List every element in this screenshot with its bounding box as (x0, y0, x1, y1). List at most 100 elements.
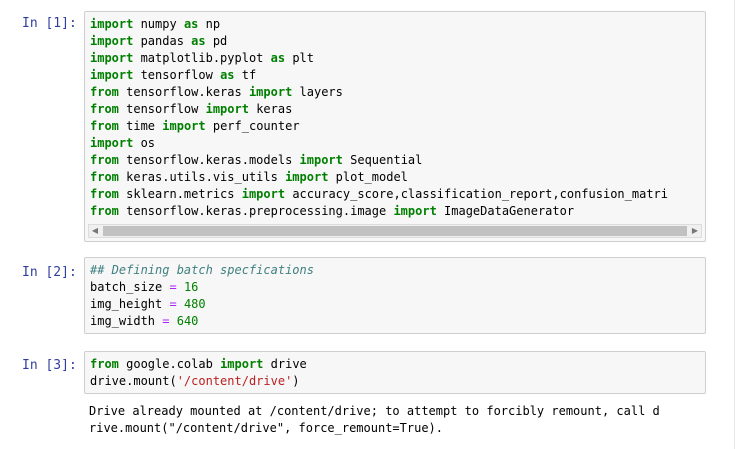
code-token: tensorflow.keras.preprocessing.image (118, 204, 394, 218)
code-token: import (162, 119, 206, 133)
code-token: '/content/drive' (176, 374, 293, 388)
code-token: = (169, 280, 177, 294)
code-token: from (90, 204, 119, 218)
code-token: batch_size (90, 280, 170, 294)
code-token: import (90, 17, 134, 31)
code-token: import (90, 51, 134, 65)
code-token: tensorflow.keras (118, 85, 249, 99)
code-token: accuracy_score,classification_report,con… (285, 187, 668, 201)
code-token: import (241, 187, 286, 201)
code-token: 640 (176, 314, 199, 328)
code-token: layers (292, 85, 343, 99)
code-token: img_height (90, 297, 170, 311)
code-line: from google.colab import drive (90, 356, 700, 373)
code-line: from tensorflow.keras.preprocessing.imag… (90, 203, 700, 220)
code-token: as (183, 17, 199, 31)
code-token: ## Defining batch specfications (90, 263, 314, 277)
cell-prompt: In [1]: (22, 16, 77, 31)
code-token: numpy (133, 17, 184, 31)
code-line: from tensorflow import keras (90, 101, 700, 118)
code-token: tf (234, 68, 257, 82)
code-line: import os (90, 135, 700, 152)
code-token: drive.mount( (90, 374, 177, 388)
code-token: ImageDataGenerator (436, 204, 575, 218)
code-token: import (248, 85, 293, 99)
code-editor[interactable]: from google.colab import drive drive.moun… (85, 352, 705, 393)
code-line: from time import perf_counter (90, 118, 700, 135)
code-token: tensorflow (133, 68, 221, 82)
code-token: google.colab (118, 357, 221, 371)
code-token: pd (205, 34, 228, 48)
code-line: ## Defining batch specfications (90, 262, 700, 279)
code-line: from sklearn.metrics import accuracy_sco… (90, 186, 700, 203)
code-token: ) (292, 374, 300, 388)
output-line: rive.mount("/content/drive", force_remou… (89, 421, 444, 435)
notebook: In [1]: import numpy as np import pandas … (0, 0, 748, 449)
code-token: import (205, 102, 249, 116)
code-token: from (90, 85, 119, 99)
code-token: from (90, 153, 119, 167)
cell-output: Drive already mounted at /content/drive;… (89, 403, 706, 437)
code-token: 16 (183, 280, 199, 294)
horizontal-scrollbar[interactable]: ◀ ▶ (88, 224, 702, 238)
code-token: import (90, 68, 134, 82)
code-token: import (90, 136, 134, 150)
code-editor[interactable]: ## Defining batch specfications batch_siz… (85, 258, 705, 333)
code-token: = (169, 297, 177, 311)
code-token: drive (263, 357, 307, 371)
code-line: import numpy as np (90, 16, 700, 33)
scroll-right-icon[interactable]: ▶ (689, 225, 701, 237)
output-line: Drive already mounted at /content/drive;… (89, 404, 660, 418)
code-token: from (90, 119, 119, 133)
code-token: 480 (183, 297, 206, 311)
code-line: batch_size = 16 (90, 279, 700, 296)
cell-prompt: In [3]: (22, 358, 77, 373)
code-token: import (220, 357, 264, 371)
code-line: import matplotlib.pyplot as plt (90, 50, 700, 67)
code-line: from tensorflow.keras.models import Sequ… (90, 152, 700, 169)
code-token: perf_counter (205, 119, 300, 133)
code-token: import (285, 170, 329, 184)
code-token: matplotlib.pyplot (133, 51, 271, 65)
cell-prompt: In [2]: (22, 265, 77, 280)
code-token: import (299, 153, 343, 167)
code-token: from (90, 357, 119, 371)
code-input-area[interactable]: from google.colab import drive drive.moun… (84, 351, 706, 394)
scroll-left-icon[interactable]: ◀ (89, 225, 101, 237)
code-token: keras.utils.vis_utils (118, 170, 286, 184)
code-token: as (220, 68, 235, 82)
code-line: drive.mount('/content/drive') (90, 373, 700, 390)
code-input-area[interactable]: ## Defining batch specfications batch_siz… (84, 257, 706, 334)
code-input-area[interactable]: import numpy as np import pandas as pd imp… (84, 11, 706, 242)
code-line: img_height = 480 (90, 296, 700, 313)
code-token: np (198, 17, 221, 31)
code-editor[interactable]: import numpy as np import pandas as pd imp… (85, 12, 705, 223)
code-token: tensorflow.keras.models (118, 153, 300, 167)
code-token: sklearn.metrics (118, 187, 242, 201)
code-token: as (191, 34, 206, 48)
code-line: import pandas as pd (90, 33, 700, 50)
code-line: from keras.utils.vis_utils import plot_m… (90, 169, 700, 186)
code-token: import (90, 34, 134, 48)
code-token: from (90, 102, 119, 116)
code-line: import tensorflow as tf (90, 67, 700, 84)
code-token: keras (248, 102, 293, 116)
code-token: from (90, 187, 119, 201)
code-token: time (118, 119, 163, 133)
code-token: import (393, 204, 437, 218)
vertical-scrollbar[interactable] (734, 0, 748, 449)
code-token: img_width (90, 314, 163, 328)
scrollbar-thumb[interactable] (103, 226, 687, 236)
code-token: tensorflow (118, 102, 206, 116)
code-token: os (133, 136, 156, 150)
code-token: as (270, 51, 286, 65)
code-token: plt (285, 51, 314, 65)
code-token: pandas (133, 34, 192, 48)
code-line: from tensorflow.keras import layers (90, 84, 700, 101)
code-token: plot_model (328, 170, 408, 184)
code-line: img_width = 640 (90, 313, 700, 330)
code-token: Sequential (342, 153, 423, 167)
